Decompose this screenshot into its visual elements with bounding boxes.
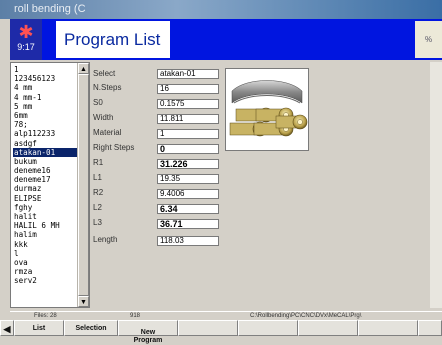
program-list-item[interactable]: ELIPSE bbox=[13, 194, 79, 203]
window-title: roll bending (C bbox=[14, 3, 86, 15]
right-side-panel bbox=[430, 62, 442, 308]
scroll-up-button[interactable]: ▲ bbox=[78, 63, 89, 74]
program-list-item[interactable]: 123456123 bbox=[13, 74, 79, 83]
r2-label: R2 bbox=[93, 188, 104, 197]
material-field[interactable]: 1 bbox=[157, 129, 219, 139]
l1-field[interactable]: 19.35 bbox=[157, 174, 219, 184]
back-arrow-button[interactable]: ◀ bbox=[0, 320, 14, 336]
program-list-item[interactable]: l bbox=[13, 249, 79, 258]
program-list-item[interactable]: HALIL 6 MH bbox=[13, 221, 79, 230]
nsteps-field[interactable]: 16 bbox=[157, 84, 219, 94]
roll-bending-preview-image bbox=[225, 68, 309, 151]
program-list-item[interactable]: 78; bbox=[13, 120, 79, 129]
bottom-toolbar: ◀ List Selection New Program bbox=[0, 320, 442, 344]
program-list-item[interactable]: serv2 bbox=[13, 276, 79, 285]
width-label: Width bbox=[93, 113, 114, 122]
r2-field[interactable]: 9.4006 bbox=[157, 189, 219, 199]
l2-label: L2 bbox=[93, 203, 102, 212]
app-window: roll bending (C ✱ 9:17 Program List % 11… bbox=[0, 0, 442, 344]
program-list-item[interactable]: halit bbox=[13, 212, 79, 221]
nsteps-label: N.Steps bbox=[93, 83, 122, 92]
program-list-item[interactable]: atakan-01 bbox=[13, 147, 79, 157]
program-list-item[interactable]: alp112233 bbox=[13, 129, 79, 138]
program-list-item[interactable]: 4 mm bbox=[13, 83, 79, 92]
page-title: Program List bbox=[56, 21, 170, 58]
program-list-item[interactable]: 1 bbox=[13, 65, 79, 74]
r1-field[interactable]: 31.226 bbox=[157, 159, 219, 169]
right-steps-field[interactable]: 0 bbox=[157, 144, 219, 154]
header-right-indicator: % bbox=[415, 21, 442, 58]
list-scrollbar[interactable]: ▲ ▼ bbox=[77, 63, 89, 307]
blank-button-2[interactable] bbox=[238, 320, 298, 336]
length-label: Length bbox=[93, 235, 118, 244]
title-bar: roll bending (C bbox=[0, 0, 442, 19]
logo-icon: ✱ 9:17 bbox=[10, 19, 42, 60]
blank-button-1[interactable] bbox=[178, 320, 238, 336]
back-arrow-icon: ◀ bbox=[3, 324, 11, 334]
program-list-item[interactable]: 4 mm-1 bbox=[13, 93, 79, 102]
program-list-item[interactable]: 6mm bbox=[13, 111, 79, 120]
s0-field[interactable]: 0.1575 bbox=[157, 99, 219, 109]
r1-label: R1 bbox=[93, 158, 104, 167]
scroll-thumb[interactable] bbox=[78, 74, 89, 296]
s0-label: S0 bbox=[93, 98, 103, 107]
program-list-item[interactable]: deneme16 bbox=[13, 166, 79, 175]
scroll-down-button[interactable]: ▼ bbox=[78, 296, 89, 307]
flag-logo-icon: ✱ bbox=[18, 22, 34, 42]
l2-field[interactable]: 6.34 bbox=[157, 204, 219, 214]
program-list-item[interactable]: halim bbox=[13, 230, 79, 239]
rolls-illustration-icon bbox=[229, 80, 308, 137]
blank-button-4[interactable] bbox=[358, 320, 418, 336]
right-steps-label: Right Steps bbox=[93, 143, 135, 152]
selection-button[interactable]: Selection bbox=[64, 320, 118, 336]
length-field[interactable]: 118.03 bbox=[157, 236, 219, 246]
program-list-item[interactable]: 5 mm bbox=[13, 102, 79, 111]
program-list-item[interactable]: deneme17 bbox=[13, 175, 79, 184]
program-listbox[interactable]: 1 123456123 4 mm 4 mm-1 5 mm 6mm 78; alp112233 a… bbox=[10, 62, 90, 308]
select-field[interactable]: atakan-01 bbox=[157, 69, 219, 79]
program-list-item[interactable]: ova bbox=[13, 258, 79, 267]
program-list-items: 1 123456123 4 mm 4 mm-1 5 mm 6mm 78; alp112233 a… bbox=[13, 65, 79, 286]
program-list-item[interactable]: fghy bbox=[13, 203, 79, 212]
blank-button-3[interactable] bbox=[298, 320, 358, 336]
program-list-item[interactable]: kkk bbox=[13, 240, 79, 249]
program-list-item[interactable]: rmza bbox=[13, 267, 79, 276]
program-list-item[interactable]: bukum bbox=[13, 157, 79, 166]
material-label: Material bbox=[93, 128, 122, 137]
l1-label: L1 bbox=[93, 173, 102, 182]
program-list-item[interactable]: asdgf bbox=[13, 139, 79, 148]
blank-button-5[interactable] bbox=[418, 320, 442, 336]
l3-label: L3 bbox=[93, 218, 102, 227]
program-list-item[interactable]: durmaz bbox=[13, 184, 79, 193]
new-program-button[interactable]: New Program bbox=[118, 320, 178, 344]
l3-field[interactable]: 36.71 bbox=[157, 219, 219, 229]
list-button[interactable]: List bbox=[14, 320, 64, 336]
select-label: Select bbox=[93, 69, 116, 78]
width-field[interactable]: 11.811 bbox=[157, 114, 219, 124]
